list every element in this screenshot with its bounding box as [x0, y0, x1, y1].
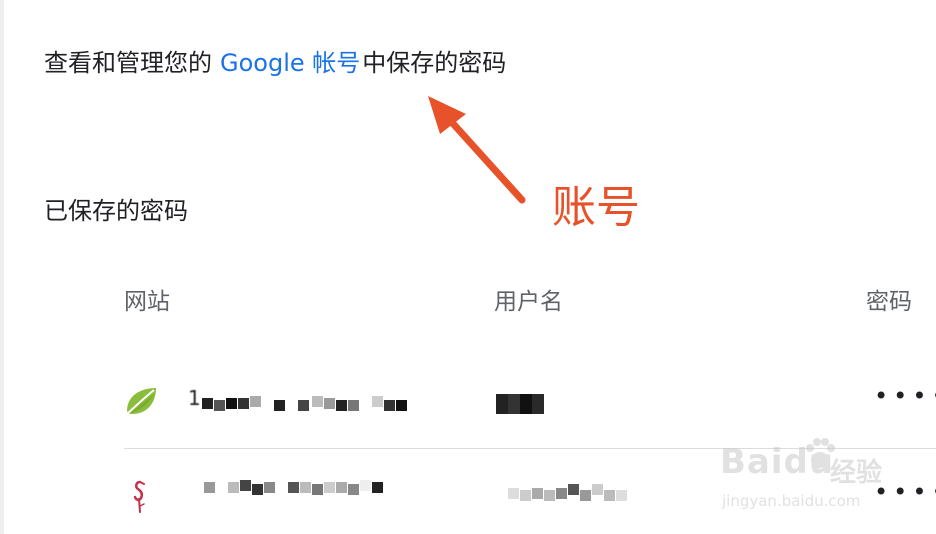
watermark-brand: Baidu [720, 442, 835, 482]
flamingo-icon [133, 480, 145, 513]
username-mosaic [496, 394, 544, 414]
site-mosaic [202, 396, 412, 414]
site-name: 1 [188, 386, 201, 410]
watermark-cn: 经验 [830, 458, 883, 488]
saved-passwords-page: 查看和管理您的 Google 帐号中保存的密码 已保存的密码 网站 用户名 密码 … [0, 0, 936, 534]
intro-after: 中保存的密码 [362, 49, 507, 77]
watermark-url: jingyan.baidu.com [722, 492, 861, 510]
intro-before: 查看和管理您的 [44, 49, 212, 77]
annotation-label: 账号 [552, 182, 640, 233]
leaf-icon [127, 388, 156, 414]
username-mosaic [508, 484, 638, 504]
google-account-link[interactable]: Google 帐号 [220, 49, 360, 77]
table-row[interactable]: 1 •••• [124, 370, 936, 442]
left-border [0, 0, 4, 534]
baidu-watermark: Baidu 经验 jingyan.baidu.com [716, 434, 896, 526]
saved-passwords-heading: 已保存的密码 [44, 197, 188, 225]
intro-text: 查看和管理您的 Google 帐号中保存的密码 [44, 44, 506, 82]
password-mask: •••• [874, 382, 936, 410]
column-header-password: 密码 [866, 289, 912, 315]
column-header-site: 网站 [124, 289, 170, 315]
column-header-username: 用户名 [494, 289, 563, 315]
site-mosaic [204, 480, 394, 502]
